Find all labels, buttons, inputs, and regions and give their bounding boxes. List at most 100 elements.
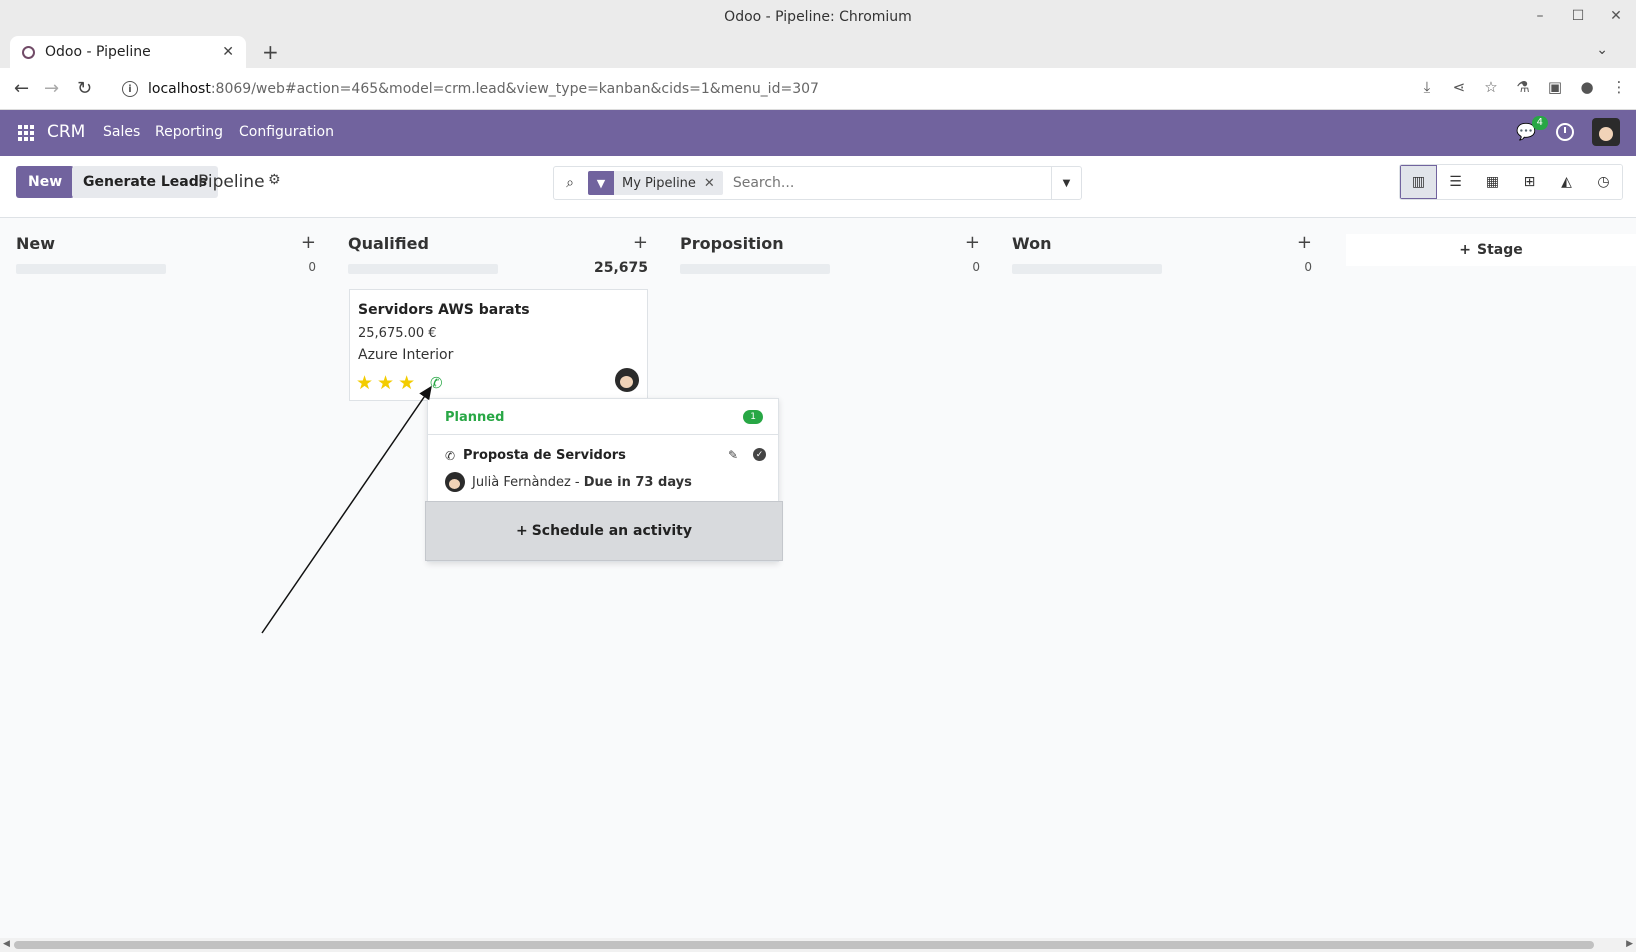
search-input[interactable] [732, 175, 1051, 191]
facet-remove-icon[interactable]: ✕ [704, 176, 723, 191]
url-text: localhost:8069/web#action=465&model=crm.… [148, 81, 819, 97]
plus-icon: + [1459, 242, 1471, 258]
activity-popover: Planned 1 ✆ Proposta de Servidors ✎ ✓ Ju… [425, 398, 783, 562]
column-count: 0 [972, 260, 980, 274]
card-company: Azure Interior [358, 347, 454, 363]
activity-view-icon[interactable]: ◷ [1585, 165, 1622, 199]
generate-leads-button[interactable]: Generate Leads [72, 166, 219, 198]
popover-header: Planned 1 [428, 399, 778, 435]
menu-sales[interactable]: Sales [103, 124, 140, 140]
mark-done-icon[interactable]: ✓ [753, 448, 766, 461]
column-progressbar[interactable] [16, 264, 166, 274]
control-panel: New Generate Leads Pipeline ⚙ ⌕ ▼ My Pip… [0, 156, 1636, 218]
column-progressbar[interactable] [1012, 264, 1162, 274]
scrollbar-thumb[interactable] [14, 941, 1594, 949]
messages-icon[interactable]: 💬 4 [1516, 116, 1548, 142]
search-options-chevron-icon[interactable]: ▼ [1051, 167, 1081, 199]
plus-icon: + [515, 523, 528, 539]
activity-assignee: Julià Fernàndez - Due in 73 days [472, 475, 692, 490]
address-bar[interactable]: i localhost:8069/web#action=465&model=cr… [112, 73, 1382, 105]
star-icon[interactable]: ★ [398, 372, 415, 394]
phone-activity-icon[interactable]: ✆ [430, 374, 443, 392]
add-stage-label: Stage [1476, 242, 1523, 258]
filter-icon: ▼ [588, 171, 614, 195]
back-icon[interactable]: ← [14, 78, 29, 99]
close-window-icon[interactable]: ✕ [1606, 6, 1626, 26]
activity-title: Proposta de Servidors [463, 448, 626, 463]
minimize-icon[interactable]: – [1530, 6, 1550, 26]
forward-icon[interactable]: → [44, 78, 59, 99]
star-icon[interactable]: ★ [356, 372, 373, 394]
column-title: Won [1012, 234, 1052, 253]
calendar-view-icon[interactable]: ▦ [1474, 165, 1511, 199]
add-stage-button[interactable]: + Stage [1346, 234, 1636, 266]
maximize-icon[interactable]: ☐ [1568, 6, 1588, 26]
menu-reporting[interactable]: Reporting [155, 124, 223, 140]
edit-pencil-icon[interactable]: ✎ [728, 448, 738, 462]
odoo-favicon-icon [22, 45, 35, 59]
assignee-avatar [445, 472, 465, 492]
card-title: Servidors AWS barats [358, 302, 530, 318]
salesperson-avatar [615, 368, 639, 392]
horizontal-scrollbar[interactable]: ◀ ▶ [0, 938, 1636, 952]
window-controls: – ☐ ✕ [1530, 6, 1626, 26]
list-view-icon[interactable]: ☰ [1437, 165, 1474, 199]
search-bar: ⌕ ▼ My Pipeline ✕ ▼ [553, 166, 1082, 200]
extensions-flask-icon[interactable]: ⚗ [1514, 78, 1532, 96]
reload-icon[interactable]: ↻ [77, 78, 92, 99]
scroll-right-icon[interactable]: ▶ [1626, 939, 1633, 949]
tab-list-chevron-icon[interactable]: ⌄ [1596, 42, 1608, 58]
apps-menu-icon[interactable] [18, 125, 34, 141]
column-title: Proposition [680, 234, 784, 253]
browser-menu-icon[interactable]: ⋮ [1610, 78, 1628, 96]
card-amount: 25,675.00 € [358, 326, 437, 341]
activities-clock-icon[interactable] [1556, 123, 1574, 141]
view-switcher: ▥ ☰ ▦ ⊞ ◭ ◷ [1399, 164, 1623, 200]
column-title: New [16, 234, 56, 253]
browser-tab[interactable]: Odoo - Pipeline ✕ [10, 36, 246, 68]
column-title: Qualified [348, 234, 429, 253]
install-icon[interactable]: ⤓ [1418, 78, 1436, 96]
profile-icon[interactable]: ● [1578, 78, 1596, 96]
browser-actions: ⤓ ⋖ ☆ ⚗ ▣ ● ⋮ [1418, 78, 1628, 96]
tab-title: Odoo - Pipeline [45, 44, 151, 60]
graph-view-icon[interactable]: ◭ [1548, 165, 1585, 199]
bookmark-star-icon[interactable]: ☆ [1482, 78, 1500, 96]
filter-facet: ▼ My Pipeline ✕ [588, 171, 723, 195]
quick-create-icon[interactable]: + [965, 232, 980, 253]
navbar-systray: 💬 4 [1516, 116, 1620, 146]
side-panel-icon[interactable]: ▣ [1546, 78, 1564, 96]
share-icon[interactable]: ⋖ [1450, 78, 1468, 96]
kanban-view-icon[interactable]: ▥ [1400, 165, 1437, 199]
schedule-label: Schedule an activity [531, 523, 692, 539]
window-title: Odoo - Pipeline: Chromium [724, 9, 912, 25]
planned-count-badge: 1 [743, 410, 763, 424]
quick-create-icon[interactable]: + [633, 232, 648, 253]
quick-create-icon[interactable]: + [301, 232, 316, 253]
menu-configuration[interactable]: Configuration [239, 124, 334, 140]
star-icon[interactable]: ★ [377, 372, 394, 394]
column-progressbar[interactable] [348, 264, 498, 274]
app-brand[interactable]: CRM [47, 122, 85, 142]
messages-badge: 4 [1531, 116, 1548, 130]
pivot-view-icon[interactable]: ⊞ [1511, 165, 1548, 199]
site-info-icon[interactable]: i [122, 81, 138, 97]
column-count: 25,675 [593, 260, 648, 276]
browser-tabstrip: Odoo - Pipeline ✕ + ⌄ [0, 34, 1636, 68]
search-icon[interactable]: ⌕ [554, 175, 586, 191]
new-button[interactable]: New [16, 166, 75, 198]
gear-icon[interactable]: ⚙ [268, 172, 281, 188]
column-progressbar[interactable] [680, 264, 830, 274]
window-titlebar: Odoo - Pipeline: Chromium – ☐ ✕ [0, 0, 1636, 34]
odoo-navbar: CRM Sales Reporting Configuration 💬 4 [0, 110, 1636, 156]
phone-icon: ✆ [445, 449, 456, 463]
schedule-activity-button[interactable]: + Schedule an activity [425, 501, 783, 561]
user-avatar[interactable] [1592, 118, 1620, 146]
tab-close-icon[interactable]: ✕ [222, 44, 234, 60]
quick-create-icon[interactable]: + [1297, 232, 1312, 253]
new-tab-icon[interactable]: + [262, 40, 279, 64]
kanban-card[interactable]: Servidors AWS barats 25,675.00 € Azure I… [349, 289, 648, 401]
priority-stars: ★ ★ ★ [356, 372, 415, 394]
scroll-left-icon[interactable]: ◀ [3, 939, 10, 949]
facet-label: My Pipeline [622, 175, 696, 191]
